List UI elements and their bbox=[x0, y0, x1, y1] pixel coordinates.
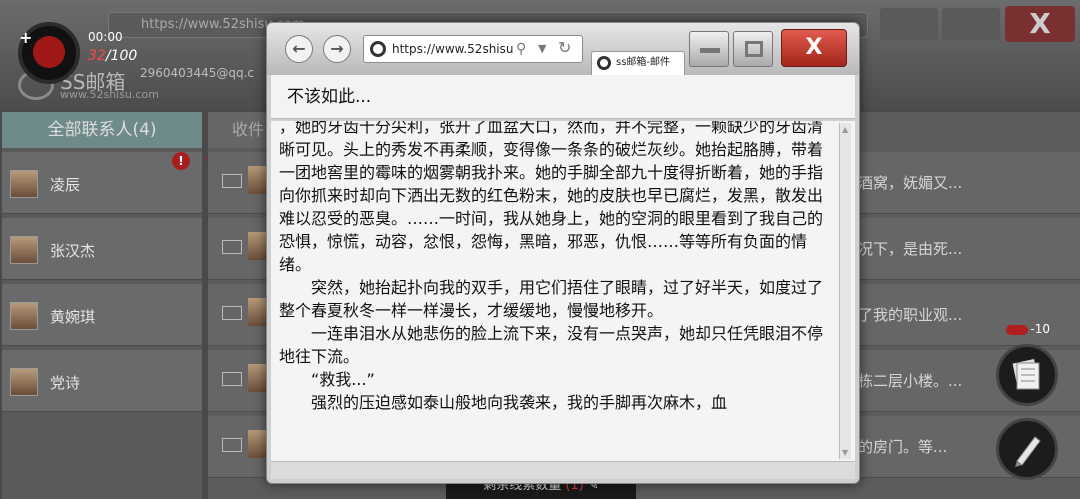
address-text: https://www.52shisu bbox=[392, 42, 514, 56]
tab-mail[interactable]: ss邮箱-邮件 bbox=[591, 51, 685, 75]
mail-paragraph: 突然，她抬起扑向我的双手，用它们捂住了眼睛，过了好半天，如度过了整个春夏秋冬一样… bbox=[279, 278, 824, 320]
health-max: 100 bbox=[110, 48, 138, 64]
add-health-icon[interactable]: + bbox=[19, 28, 32, 47]
site-logo-icon bbox=[370, 41, 386, 57]
mail-preview: 的房门。等... bbox=[858, 438, 948, 456]
health-counter: 32/100 bbox=[88, 48, 137, 64]
scroll-down-icon[interactable]: ▼ bbox=[842, 448, 848, 457]
scrollbar[interactable]: ▲ ▼ bbox=[839, 123, 851, 459]
maximize-button[interactable] bbox=[733, 31, 773, 67]
maximize-icon bbox=[745, 41, 763, 57]
window-toolbar: ← → https://www.52shisu ⚲ ▼ ↻ ss邮箱-邮件 X bbox=[267, 23, 859, 75]
background-maximize-button bbox=[942, 8, 1000, 40]
mail-subject: 不该如此... bbox=[271, 75, 855, 119]
notes-tool-button[interactable] bbox=[996, 344, 1058, 406]
blood-icon bbox=[1006, 324, 1029, 335]
refresh-icon[interactable]: ↻ bbox=[558, 37, 571, 59]
envelope-icon bbox=[222, 438, 242, 452]
contact-item[interactable]: 黄婉琪 bbox=[2, 284, 202, 346]
forward-arrow-icon: → bbox=[330, 39, 344, 58]
timer: 00:00 bbox=[88, 30, 123, 44]
pen-icon bbox=[1015, 436, 1041, 467]
contact-name: 张汉杰 bbox=[50, 242, 96, 260]
health-current: 32 bbox=[88, 48, 106, 64]
envelope-icon bbox=[222, 372, 242, 386]
close-button[interactable]: X bbox=[781, 29, 847, 67]
back-arrow-icon: ← bbox=[292, 39, 306, 58]
papers-icon bbox=[1012, 358, 1040, 390]
mail-preview: 了我的职业观... bbox=[858, 306, 963, 324]
avatar bbox=[10, 170, 38, 198]
forward-button[interactable]: → bbox=[323, 35, 351, 63]
tool-cost: -10 bbox=[1030, 322, 1050, 336]
heart-icon bbox=[33, 36, 65, 68]
avatar bbox=[10, 302, 38, 330]
avatar bbox=[10, 368, 38, 396]
pen-tool-button[interactable] bbox=[996, 418, 1058, 480]
mail-body[interactable]: ，她的牙齿十分尖利，张开了血盆大口，然而，并不完整，一颗缺少的牙齿清晰可见。头上… bbox=[271, 121, 855, 461]
contact-item[interactable]: 党诗 bbox=[2, 350, 202, 412]
mail-preview: 栋二层小楼。... bbox=[858, 372, 963, 390]
tab-title: ss邮箱-邮件 bbox=[616, 57, 671, 68]
mail-body-text: ，她的牙齿十分尖利，张开了血盆大口，然而，并不完整，一颗缺少的牙齿清晰可见。头上… bbox=[279, 121, 827, 414]
background-close-button: X bbox=[1005, 6, 1075, 42]
unread-alert-icon: ! bbox=[172, 152, 190, 170]
scroll-up-icon[interactable]: ▲ bbox=[842, 125, 848, 134]
envelope-icon bbox=[222, 306, 242, 320]
mail-reader-window: ← → https://www.52shisu ⚲ ▼ ↻ ss邮箱-邮件 X … bbox=[266, 22, 860, 484]
tab-all-contacts[interactable]: 全部联系人(4) bbox=[2, 112, 202, 148]
window-bottom-bar bbox=[271, 461, 855, 479]
mail-preview: 酒窝，妩媚又... bbox=[858, 174, 963, 192]
envelope-icon bbox=[222, 174, 242, 188]
mail-preview: 况下，是由死... bbox=[858, 240, 963, 258]
mail-paragraph: 一连串泪水从她悲伤的脸上流下来，没有一点哭声，她却只任凭眼泪不停地往下流。 bbox=[279, 324, 824, 366]
contacts-panel: 全部联系人(4) 凌辰 张汉杰 黄婉琪 党诗 bbox=[2, 112, 202, 499]
back-button[interactable]: ← bbox=[285, 35, 313, 63]
minimize-button[interactable] bbox=[689, 31, 729, 67]
site-logo-icon bbox=[597, 56, 611, 70]
mail-paragraph: “救我...” bbox=[311, 370, 375, 389]
avatar bbox=[10, 236, 38, 264]
dropdown-icon[interactable]: ▼ bbox=[538, 38, 546, 60]
background-site: www.52shisu.com bbox=[60, 88, 159, 101]
tool-cost-badge: -10 bbox=[1000, 322, 1050, 342]
address-bar[interactable]: https://www.52shisu ⚲ ▼ ↻ bbox=[363, 35, 583, 63]
envelope-icon bbox=[222, 240, 242, 254]
minimize-icon bbox=[700, 48, 720, 53]
background-minimize-button bbox=[880, 8, 938, 40]
mail-paragraph: ，她的牙齿十分尖利，张开了血盆大口，然而，并不完整，一颗缺少的牙齿清晰可见。头上… bbox=[279, 121, 824, 274]
contact-item[interactable]: 张汉杰 bbox=[2, 218, 202, 280]
search-icon[interactable]: ⚲ bbox=[516, 38, 526, 60]
contact-name: 黄婉琪 bbox=[50, 308, 96, 326]
background-user-email: 2960403445@qq.c bbox=[140, 66, 254, 80]
contact-name: 党诗 bbox=[50, 374, 81, 392]
contact-name: 凌辰 bbox=[50, 176, 81, 194]
mail-paragraph: 强烈的压迫感如泰山般地向我袭来，我的手脚再次麻木，血 bbox=[311, 393, 728, 412]
